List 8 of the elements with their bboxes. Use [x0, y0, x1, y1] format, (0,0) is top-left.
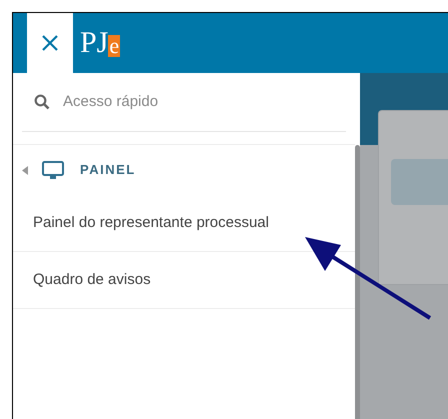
close-button[interactable]: [27, 13, 73, 73]
monitor-icon: [42, 160, 64, 180]
search-icon: [34, 94, 50, 110]
logo: PJe: [80, 25, 120, 61]
close-icon: [41, 34, 59, 52]
search-field[interactable]: Acesso rápido: [63, 90, 346, 114]
caret-icon: [22, 166, 28, 174]
menu-group[interactable]: PAINEL: [13, 145, 355, 195]
